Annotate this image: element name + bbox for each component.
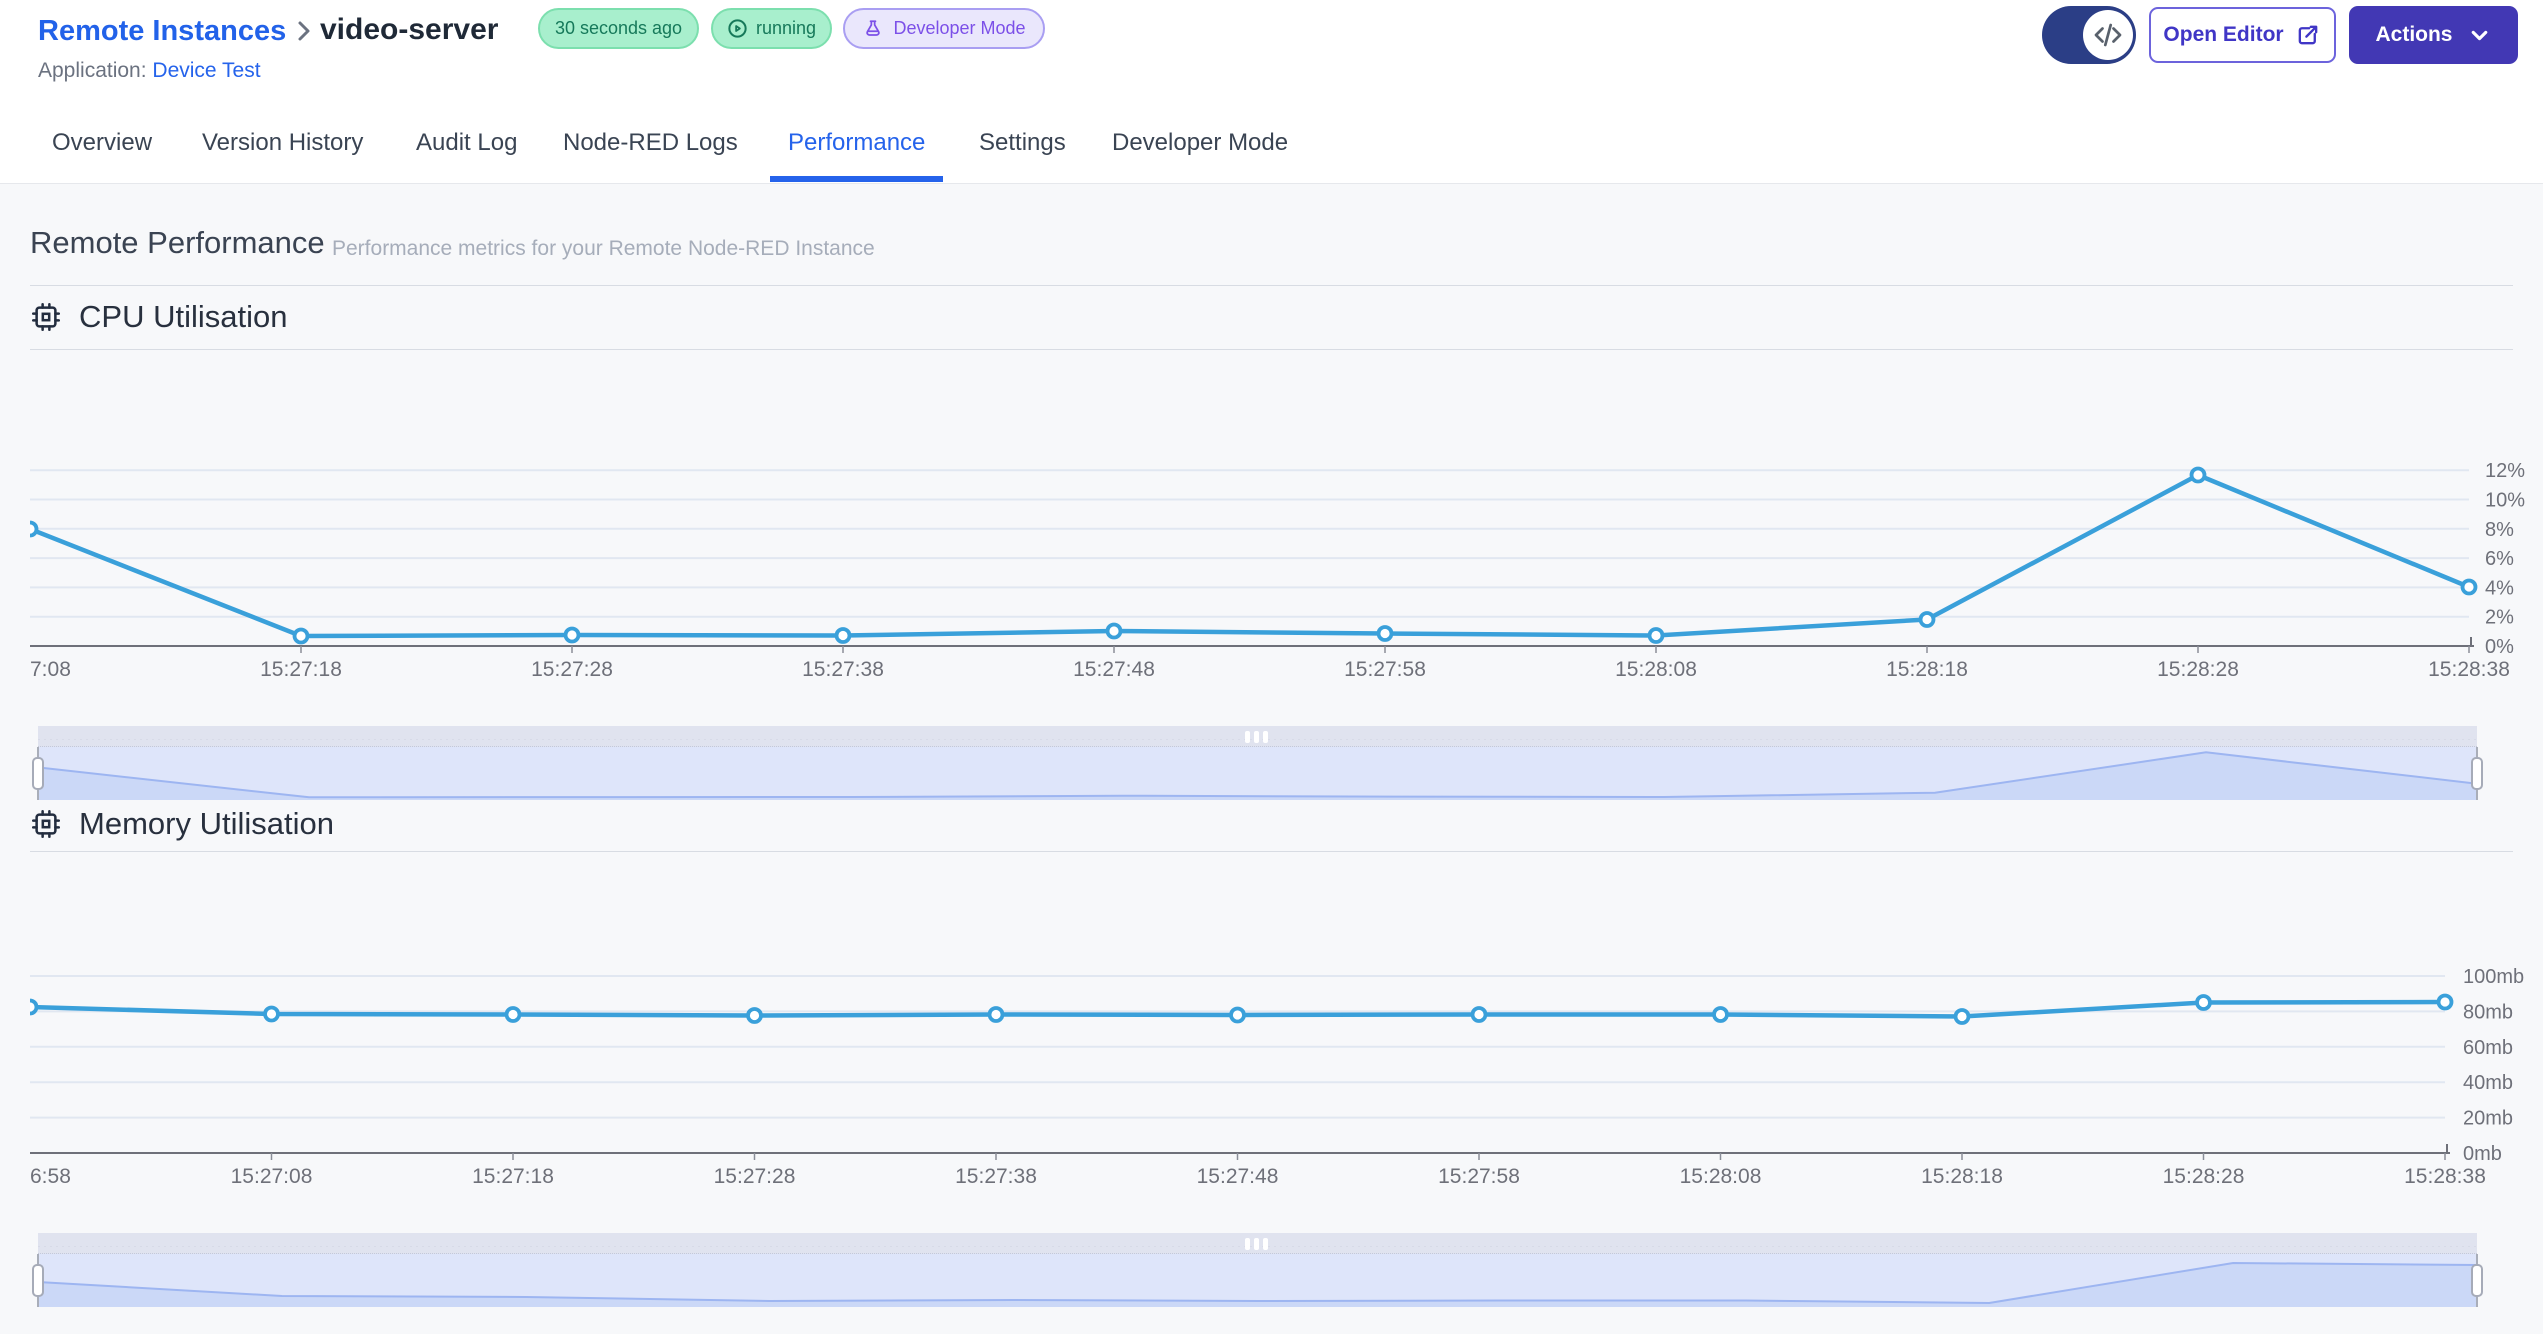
svg-text:15:27:18: 15:27:18 [472, 1165, 554, 1188]
svg-text:15:27:38: 15:27:38 [955, 1165, 1037, 1188]
svg-text:0mb: 0mb [2463, 1143, 2502, 1165]
svg-text:15:28:18: 15:28:18 [1886, 658, 1968, 681]
svg-text:15:28:08: 15:28:08 [1615, 658, 1697, 681]
svg-text:15:26:58: 15:26:58 [30, 1165, 71, 1188]
svg-text:15:27:48: 15:27:48 [1073, 658, 1155, 681]
svg-text:15:27:58: 15:27:58 [1344, 658, 1426, 681]
svg-text:40mb: 40mb [2463, 1072, 2513, 1094]
svg-text:6%: 6% [2485, 548, 2514, 570]
svg-text:15:27:48: 15:27:48 [1197, 1165, 1279, 1188]
svg-text:100mb: 100mb [2463, 966, 2524, 988]
svg-text:10%: 10% [2485, 490, 2525, 512]
svg-text:15:27:08: 15:27:08 [30, 658, 71, 681]
svg-text:0%: 0% [2485, 636, 2514, 658]
svg-text:15:28:28: 15:28:28 [2163, 1165, 2245, 1188]
svg-text:15:27:08: 15:27:08 [231, 1165, 313, 1188]
svg-text:15:28:08: 15:28:08 [1680, 1165, 1762, 1188]
svg-text:15:28:38: 15:28:38 [2428, 658, 2510, 681]
svg-text:15:28:18: 15:28:18 [1921, 1165, 2003, 1188]
svg-text:15:28:38: 15:28:38 [2404, 1165, 2486, 1188]
svg-text:15:27:28: 15:27:28 [531, 658, 613, 681]
svg-text:4%: 4% [2485, 577, 2514, 599]
svg-text:15:28:28: 15:28:28 [2157, 658, 2239, 681]
svg-text:15:27:18: 15:27:18 [260, 658, 342, 681]
svg-text:20mb: 20mb [2463, 1108, 2513, 1130]
svg-text:60mb: 60mb [2463, 1037, 2513, 1059]
svg-text:8%: 8% [2485, 519, 2514, 541]
svg-text:12%: 12% [2485, 460, 2525, 482]
svg-text:15:27:28: 15:27:28 [714, 1165, 796, 1188]
svg-text:2%: 2% [2485, 607, 2514, 629]
svg-text:15:27:58: 15:27:58 [1438, 1165, 1520, 1188]
svg-text:15:27:38: 15:27:38 [802, 658, 884, 681]
svg-text:80mb: 80mb [2463, 1001, 2513, 1023]
